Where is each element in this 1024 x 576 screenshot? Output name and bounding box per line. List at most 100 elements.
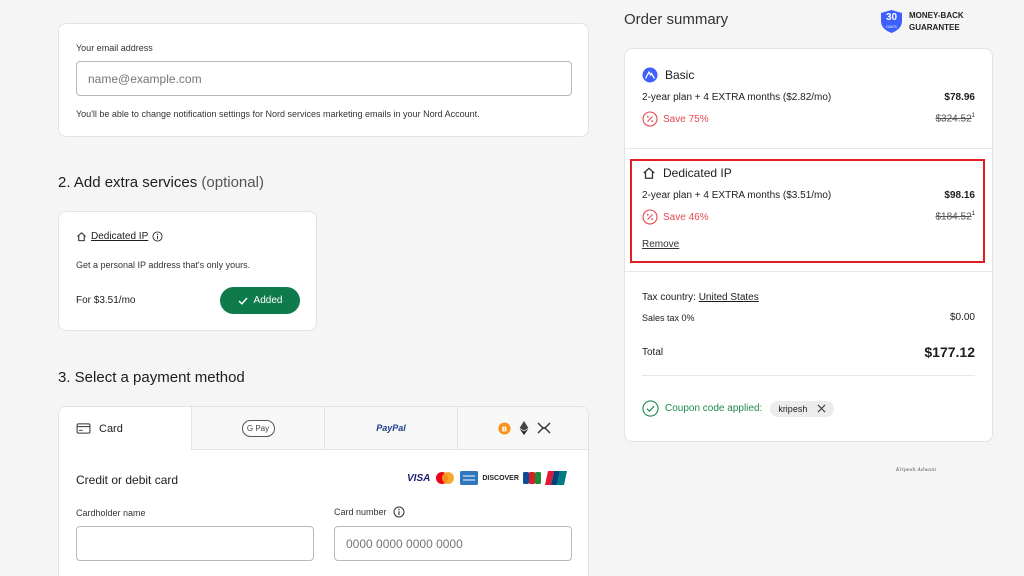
house-icon (643, 167, 655, 179)
sales-tax-label: Sales tax 0% (642, 312, 695, 323)
dedicated-ip-save-label: Save 46% (663, 211, 709, 223)
check-circle-icon (642, 400, 659, 417)
basic-plan-description: 2-year plan + 4 EXTRA months ($2.82/mo) (642, 92, 832, 103)
email-note: You'll be able to change notification se… (76, 109, 480, 119)
discount-icon (642, 209, 658, 225)
coupon-label: Coupon code applied: (665, 403, 763, 414)
email-card: Your email address You'll be able to cha… (58, 23, 589, 137)
amex-logo (460, 471, 479, 485)
basic-old-price: $324.52 (935, 113, 972, 125)
unionpay-logo (544, 471, 567, 485)
coupon-chip: kripesh (770, 400, 835, 417)
dedicated-ip-old-price-wrap: $184.521 (936, 211, 976, 222)
basic-old-price-wrap: $324.521 (936, 113, 976, 124)
dedicated-ip-price: $98.16 (944, 190, 975, 201)
extras-title-text: 2. Add extra services (58, 174, 198, 191)
card-number-label-row: Card number (334, 506, 405, 518)
card-brands: VISA DISCOVER (407, 471, 567, 485)
checkmark-icon (238, 297, 248, 305)
total-label: Total (642, 346, 664, 358)
email-input[interactable] (76, 61, 572, 96)
basic-save: Save 75% (642, 111, 709, 127)
bitcoin-icon: B (497, 421, 511, 435)
extras-section-title: 2. Add extra services (optional) (58, 174, 264, 191)
payment-section-title: 3. Select a payment method (58, 369, 245, 386)
total-value: $177.12 (924, 344, 975, 360)
guarantee-text: MONEY-BACK GUARANTEE (909, 10, 964, 34)
divider (625, 271, 992, 272)
house-icon (77, 232, 86, 242)
card-payment-heading: Credit or debit card (76, 473, 179, 487)
info-icon[interactable] (152, 231, 163, 242)
guarantee-days: 30 (885, 12, 898, 23)
basic-footnote: 1 (971, 113, 975, 120)
dedicated-ip-title-row: Dedicated IP (642, 166, 732, 180)
ethereum-icon (519, 421, 528, 435)
google-pay-label: G Pay (246, 423, 270, 433)
basic-plan-price: $78.96 (944, 92, 975, 103)
service-name-link[interactable]: Dedicated IP (91, 231, 148, 242)
svg-text:B: B (501, 424, 507, 433)
sales-tax-row: Sales tax 0% $0.00 (642, 312, 975, 323)
tax-country-link[interactable]: United States (699, 292, 759, 303)
nordvpn-logo-icon (642, 67, 658, 83)
service-description: Get a personal IP address that's only yo… (76, 260, 251, 270)
dedicated-ip-old-price: $184.52 (935, 211, 972, 223)
basic-title-row: Basic (642, 67, 694, 83)
guarantee-line-2: GUARANTEE (909, 22, 960, 32)
divider (642, 375, 975, 376)
guarantee-line-1: MONEY-BACK (909, 10, 964, 20)
dedicated-ip-save-row: Save 46% $184.521 (642, 209, 975, 225)
total-row: Total $177.12 (642, 344, 975, 360)
order-summary-card: Basic 2-year plan + 4 EXTRA months ($2.8… (624, 48, 993, 442)
basic-plan-row: 2-year plan + 4 EXTRA months ($2.82/mo) … (642, 92, 975, 103)
tab-paypal[interactable]: PayPal (325, 407, 458, 450)
tab-crypto[interactable]: B (458, 407, 588, 450)
jcb-logo (522, 472, 541, 484)
signature-text: Kripesh Adwani (896, 467, 937, 473)
mastercard-logo (436, 472, 455, 484)
discover-logo: DISCOVER (482, 474, 519, 482)
basic-save-label: Save 75% (663, 113, 709, 125)
service-price: For $3.51/mo (76, 295, 136, 306)
paypal-logo: PayPal (376, 423, 406, 433)
remove-dedicated-ip-link[interactable]: Remove (642, 239, 679, 250)
divider (625, 148, 992, 149)
coupon-row: Coupon code applied: kripesh (642, 400, 835, 417)
cardholder-label: Cardholder name (76, 508, 146, 518)
xrp-icon (537, 422, 550, 434)
cardholder-input[interactable] (76, 526, 314, 561)
tax-country-label: Tax country: (642, 292, 696, 303)
tab-card-label: Card (99, 422, 123, 435)
close-icon[interactable] (817, 404, 826, 413)
dedicated-ip-service-card: Dedicated IP Get a personal IP address t… (58, 211, 317, 331)
payment-card: Card G Pay PayPal B Credit or debit card… (58, 406, 589, 576)
info-icon[interactable] (393, 506, 405, 518)
added-label: Added (253, 295, 283, 306)
dedicated-ip-name: Dedicated IP (663, 166, 732, 180)
added-button[interactable]: Added (220, 287, 300, 314)
sales-tax-value: $0.00 (949, 312, 975, 323)
signature-watermark: Kripesh Adwani (896, 467, 936, 473)
tab-google-pay[interactable]: G Pay (192, 407, 325, 450)
card-icon (76, 423, 91, 434)
google-pay-logo: G Pay (241, 419, 275, 437)
service-title-row: Dedicated IP (76, 231, 163, 242)
card-number-label: Card number (334, 507, 387, 517)
paypal-label: PayPal (376, 423, 406, 433)
visa-logo: VISA (407, 472, 431, 484)
dedicated-ip-save: Save 46% (642, 209, 709, 225)
tab-card[interactable]: Card (59, 407, 192, 450)
money-back-badge: 30 DAYS MONEY-BACK GUARANTEE (880, 9, 964, 34)
extras-title-optional: (optional) (201, 174, 264, 191)
dedicated-ip-plan-row: 2-year plan + 4 EXTRA months ($3.51/mo) … (642, 190, 975, 201)
order-summary-title: Order summary (624, 11, 729, 28)
discount-icon (642, 111, 658, 127)
tax-country-row: Tax country: United States (642, 292, 759, 303)
basic-save-row: Save 75% $324.521 (642, 111, 975, 127)
email-label: Your email address (76, 43, 153, 53)
card-number-input[interactable] (334, 526, 572, 561)
dedicated-ip-footnote: 1 (971, 211, 975, 218)
top-partial-heading (58, 0, 388, 2)
dedicated-ip-plan-description: 2-year plan + 4 EXTRA months ($3.51/mo) (642, 190, 832, 201)
